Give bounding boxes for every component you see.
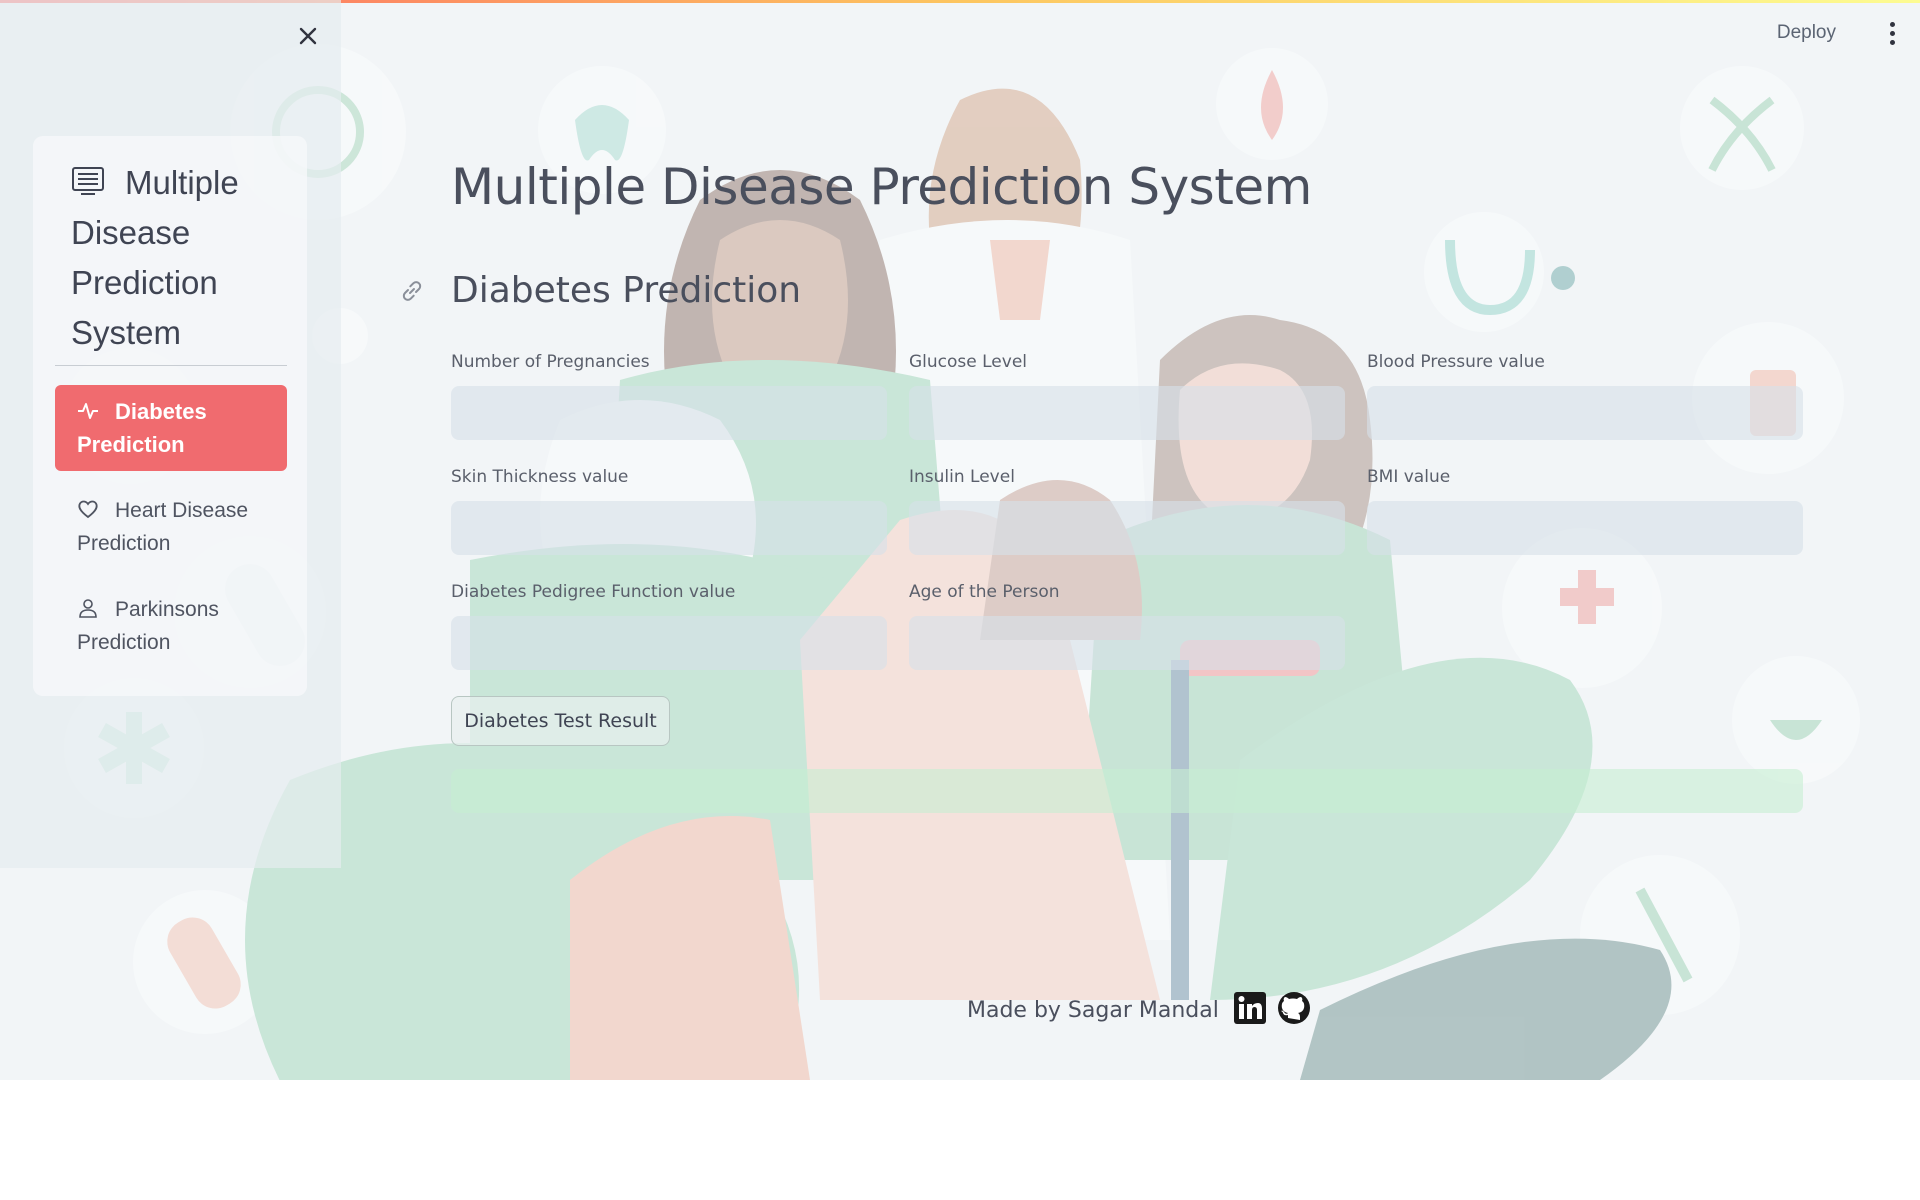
blood-pressure-field: Blood Pressure value — [1367, 352, 1803, 440]
glucose-input[interactable] — [909, 386, 1345, 440]
field-label: Skin Thickness value — [451, 467, 629, 487]
field-label: Insulin Level — [909, 467, 1015, 487]
field-label: Diabetes Pedigree Function value — [451, 582, 736, 602]
insulin-input[interactable] — [909, 501, 1345, 555]
skin-thickness-field: Skin Thickness value — [451, 467, 887, 555]
field-label: Glucose Level — [909, 352, 1028, 372]
glucose-field: Glucose Level — [909, 352, 1345, 440]
age-field: Age of the Person — [909, 582, 1345, 670]
linkedin-icon[interactable] — [1233, 991, 1267, 1029]
bmi-input[interactable] — [1367, 501, 1803, 555]
footer: Made by Sagar Mandal — [967, 990, 1321, 1030]
field-label: Number of Pregnancies — [451, 352, 650, 372]
skin-thickness-input[interactable] — [451, 501, 887, 555]
page-title: Multiple Disease Prediction System — [451, 158, 1312, 216]
footer-text: Made by Sagar Mandal — [967, 997, 1219, 1023]
pregnancies-field: Number of Pregnancies — [451, 352, 887, 440]
diabetes-test-result-button[interactable]: Diabetes Test Result — [451, 696, 670, 746]
section-title: Diabetes Prediction — [451, 270, 802, 311]
github-icon[interactable] — [1277, 991, 1311, 1029]
result-box — [451, 769, 1803, 813]
main-content: Multiple Disease Prediction System Diabe… — [0, 0, 1920, 1080]
pedigree-input[interactable] — [451, 616, 887, 670]
field-label: Age of the Person — [909, 582, 1060, 602]
link-icon[interactable] — [399, 278, 425, 304]
pedigree-field: Diabetes Pedigree Function value — [451, 582, 887, 670]
blood-pressure-input[interactable] — [1367, 386, 1803, 440]
insulin-field: Insulin Level — [909, 467, 1345, 555]
pregnancies-input[interactable] — [451, 386, 887, 440]
age-input[interactable] — [909, 616, 1345, 670]
field-label: Blood Pressure value — [1367, 352, 1545, 372]
field-label: BMI value — [1367, 467, 1451, 487]
bmi-field: BMI value — [1367, 467, 1803, 555]
